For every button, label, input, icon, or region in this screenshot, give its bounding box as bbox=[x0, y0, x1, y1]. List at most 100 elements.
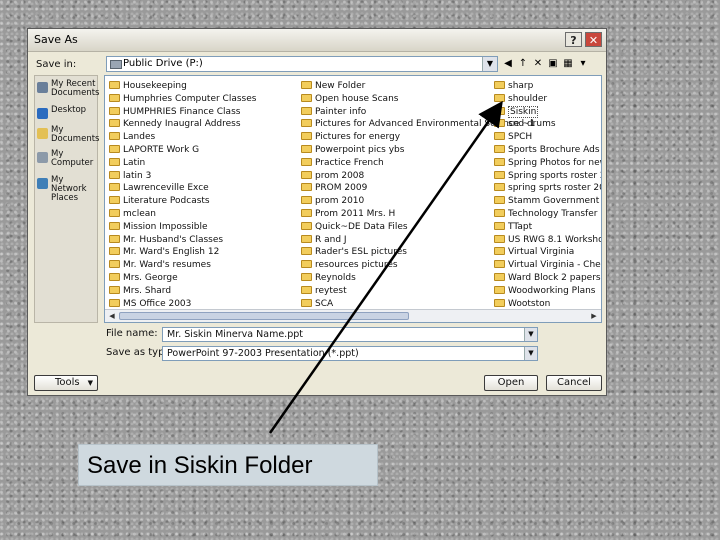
folder-item[interactable]: Siskin bbox=[494, 105, 601, 119]
help-button[interactable]: ? bbox=[565, 32, 582, 47]
folder-name: Powerpoint pics ybs bbox=[315, 144, 405, 155]
folder-name: Siskin bbox=[508, 105, 539, 118]
folder-item[interactable]: TTapt bbox=[494, 221, 601, 234]
save-in-value: Public Drive (P:) bbox=[123, 58, 203, 69]
tools-button[interactable]: Tools ▼ bbox=[34, 375, 98, 391]
folder-name: sharp bbox=[508, 81, 534, 91]
folder-item[interactable]: LAPORTE Work G bbox=[109, 144, 256, 157]
folder-name: SCA bbox=[315, 298, 334, 309]
file-name-value: Mr. Siskin Minerva Name.ppt bbox=[167, 329, 303, 340]
folder-item[interactable]: HUMPHRIES Finance Class bbox=[109, 106, 256, 119]
title-bar[interactable]: Save As ? ✕ bbox=[28, 29, 606, 52]
folder-name: spring sprts roster 2011 bbox=[508, 183, 601, 194]
file-name-field[interactable]: Mr. Siskin Minerva Name.ppt ▼ bbox=[162, 327, 538, 342]
folder-item[interactable]: Ward Block 2 papers bbox=[494, 272, 601, 285]
folder-icon bbox=[109, 260, 120, 269]
folder-item[interactable]: Spring sports roster 2011 bbox=[494, 170, 601, 183]
folder-icon bbox=[109, 119, 120, 128]
place-item-4[interactable]: My Network Places bbox=[37, 176, 99, 203]
save-in-dropdown[interactable]: Public Drive (P:) ▼ bbox=[106, 56, 498, 72]
scroll-left-icon[interactable]: ◀ bbox=[107, 311, 117, 321]
folder-name: prom 2010 bbox=[315, 196, 365, 207]
folder-item[interactable]: Sports Brochure Ads bbox=[494, 144, 601, 157]
delete-icon[interactable]: ✕ bbox=[532, 58, 544, 70]
folder-item[interactable]: Kennedy Inaugral Address bbox=[109, 118, 256, 131]
scroll-right-icon[interactable]: ▶ bbox=[589, 311, 599, 321]
folder-icon bbox=[494, 260, 505, 269]
place-label: My Network Places bbox=[51, 175, 87, 203]
place-item-3[interactable]: My Computer bbox=[37, 150, 99, 172]
folder-name: TTapt bbox=[508, 221, 533, 232]
network-drive-icon bbox=[110, 60, 122, 69]
folder-item[interactable]: SPCH bbox=[494, 131, 601, 144]
views-dropdown-icon[interactable]: ▾ bbox=[577, 58, 589, 70]
folder-icon bbox=[301, 183, 312, 192]
folder-item[interactable]: snd drums bbox=[494, 118, 601, 131]
views-icon[interactable]: ▦ bbox=[562, 58, 574, 70]
chevron-down-icon[interactable]: ▼ bbox=[524, 328, 537, 341]
folder-icon bbox=[494, 298, 505, 307]
folder-name: Mission Impossible bbox=[123, 221, 208, 232]
folder-name: Painter info bbox=[315, 106, 367, 117]
folder-item[interactable]: Stamm Government bbox=[494, 195, 601, 208]
folder-name: Stamm Government bbox=[508, 196, 600, 207]
folder-item[interactable]: Mr. Ward's English 12 bbox=[109, 246, 256, 259]
file-list[interactable]: Housekeeping Humphries Computer Classes HU… bbox=[104, 75, 602, 323]
folder-item[interactable]: Mrs. Shard bbox=[109, 285, 256, 298]
folder-name: Mr. Ward's English 12 bbox=[123, 247, 220, 258]
folder-name: SPCH bbox=[508, 132, 533, 143]
folder-icon bbox=[301, 272, 312, 281]
folder-item[interactable]: Spring Photos for newslett bbox=[494, 157, 601, 170]
folder-item[interactable]: Housekeeping bbox=[109, 80, 256, 93]
chevron-down-icon[interactable]: ▼ bbox=[482, 57, 497, 71]
folder-name: shoulder bbox=[508, 93, 548, 104]
folder-name: Technology Transfer bbox=[508, 208, 598, 219]
place-item-2[interactable]: My Documents bbox=[37, 126, 99, 148]
folder-item[interactable]: Literature Podcasts bbox=[109, 195, 256, 208]
close-button[interactable]: ✕ bbox=[585, 32, 602, 47]
save-in-label: Save in: bbox=[36, 59, 77, 70]
folder-name: mclean bbox=[123, 208, 156, 219]
folder-item[interactable]: Mrs. George bbox=[109, 272, 256, 285]
cancel-button[interactable]: Cancel bbox=[546, 375, 602, 391]
folder-icon bbox=[494, 93, 505, 102]
folder-item[interactable]: Humphries Computer Classes bbox=[109, 93, 256, 106]
folder-item[interactable]: Landes bbox=[109, 131, 256, 144]
folder-item[interactable]: US RWG 8.1 Workshop Tu bbox=[494, 234, 601, 247]
folder-item[interactable]: Latin bbox=[109, 157, 256, 170]
place-label: My Recent Documents bbox=[51, 79, 100, 98]
folder-item[interactable]: spring sprts roster 2011 bbox=[494, 182, 601, 195]
new-folder-icon[interactable]: ▣ bbox=[547, 58, 559, 70]
folder-icon bbox=[109, 221, 120, 230]
place-item-0[interactable]: My Recent Documents bbox=[37, 80, 99, 102]
scrollbar-thumb[interactable] bbox=[119, 312, 409, 320]
folder-name: Virtual Virginia bbox=[508, 247, 575, 258]
folder-name: Quick~DE Data Files bbox=[315, 221, 408, 232]
folder-item[interactable]: Woodworking Plans bbox=[494, 285, 601, 298]
save-type-dropdown[interactable]: PowerPoint 97-2003 Presentation (*.ppt) … bbox=[162, 346, 538, 361]
folder-item[interactable]: shoulder bbox=[494, 93, 601, 106]
horizontal-scrollbar[interactable]: ◀ ▶ bbox=[105, 309, 601, 322]
back-icon[interactable]: ◀ bbox=[502, 58, 514, 70]
folder-item[interactable]: sharp bbox=[494, 80, 601, 93]
folder-icon bbox=[109, 170, 120, 179]
folder-item[interactable]: latin 3 bbox=[109, 170, 256, 183]
place-label: My Computer bbox=[51, 149, 94, 168]
folder-item[interactable]: Mr. Ward's resumes bbox=[109, 259, 256, 272]
folder-icon bbox=[301, 93, 312, 102]
chevron-down-icon[interactable]: ▼ bbox=[524, 347, 537, 360]
folder-item[interactable]: Lawrenceville Exce bbox=[109, 182, 256, 195]
folder-item[interactable]: Virtual Virginia bbox=[494, 246, 601, 259]
folder-name: Mr. Husband's Classes bbox=[123, 234, 224, 245]
folder-item[interactable]: Mission Impossible bbox=[109, 221, 256, 234]
place-item-1[interactable]: Desktop bbox=[37, 106, 99, 128]
open-button[interactable]: Open bbox=[484, 375, 538, 391]
folder-item[interactable]: Virtual Virginia - Chemistry bbox=[494, 259, 601, 272]
folder-name: Open house Scans bbox=[315, 93, 399, 104]
folder-item[interactable]: Mr. Husband's Classes bbox=[109, 234, 256, 247]
folder-item[interactable]: Technology Transfer bbox=[494, 208, 601, 221]
folder-item[interactable]: mclean bbox=[109, 208, 256, 221]
my-computer-icon bbox=[37, 152, 48, 163]
folder-name: PROM 2009 bbox=[315, 183, 368, 194]
up-folder-icon[interactable]: ↑ bbox=[517, 58, 529, 70]
